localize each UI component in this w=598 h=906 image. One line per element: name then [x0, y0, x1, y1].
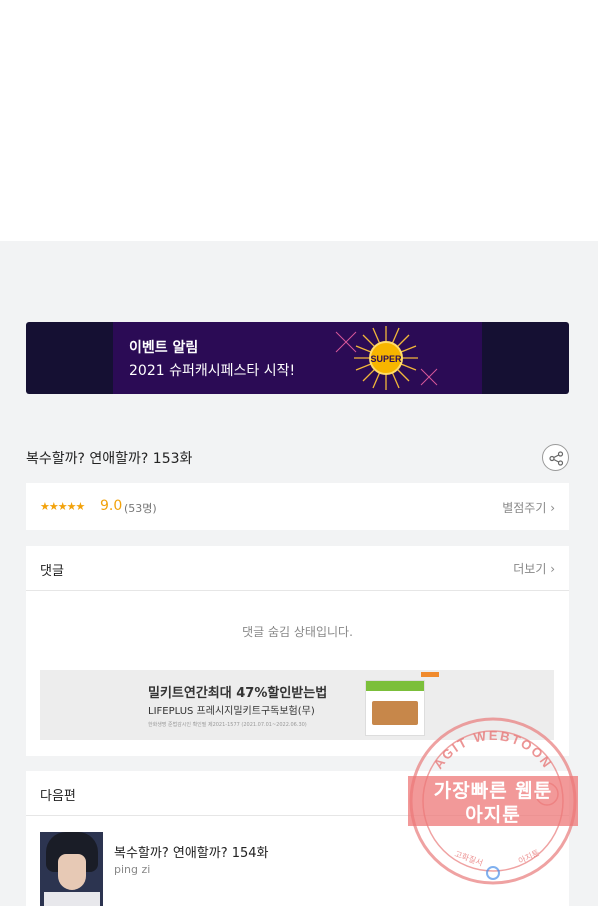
watermark-bottom-left: 고화질서 — [453, 849, 484, 868]
rating-score: 9.0 — [100, 498, 123, 514]
ad-title: 밀키트연간최대 47%할인받는법 — [148, 686, 328, 701]
watermark-line2: 아지툰 — [465, 804, 521, 826]
ad-subtitle: LIFEPLUS 프레시지밀키트구독보험(무) — [148, 706, 315, 717]
share-button[interactable] — [542, 444, 569, 471]
event-banner-title: 이벤트 알림 — [129, 340, 199, 356]
fireworks-graphic: SUPER — [335, 326, 438, 390]
event-banner-inner: 이벤트 알림 2021 슈퍼캐시페스타 시작! SUPER — [113, 322, 482, 394]
thumbnail-shirt — [44, 892, 100, 906]
share-icon — [549, 451, 564, 466]
super-badge-text: SUPER — [370, 354, 402, 364]
comments-more-link[interactable]: 더보기 › — [513, 560, 555, 577]
ad-product-box-top — [366, 681, 424, 691]
next-episode-heading: 다음편 — [40, 789, 76, 804]
rating-card: ★★★★★ 9.0 (53명) 별점주기 › — [26, 483, 569, 530]
watermark-line1: 가장빠른 웹툰 — [433, 780, 553, 802]
ad-fine-print: 한화생명 준법감시인 확인필 제2021-1577 (2021.07.01~20… — [148, 722, 307, 728]
top-blank-area — [0, 0, 598, 241]
ad-brand-logo — [421, 672, 439, 677]
comments-heading: 댓글 — [40, 564, 64, 579]
next-episode-author: ping zi — [114, 863, 151, 876]
rating-count: (53명) — [124, 502, 157, 515]
next-episode-thumbnail[interactable] — [40, 832, 103, 906]
comments-header: 댓글 더보기 › — [26, 546, 569, 591]
episode-title: 복수할까? 연애할까? 153화 — [26, 451, 193, 467]
next-episode-title[interactable]: 복수할까? 연애할까? 154화 — [114, 842, 269, 861]
thumbnail-face — [58, 854, 86, 890]
event-banner-subtitle: 2021 슈퍼캐시페스타 시작! — [129, 363, 296, 379]
rate-button[interactable]: 별점주기 › — [502, 499, 555, 516]
svg-text:AGIT WEBTOON: AGIT WEBTOON — [431, 728, 556, 772]
event-banner[interactable]: 이벤트 알림 2021 슈퍼캐시페스타 시작! SUPER — [26, 322, 569, 394]
watermark-top-arc: AGIT WEBTOON — [431, 728, 554, 772]
rating-stars: ★★★★★ — [40, 500, 85, 513]
comments-hidden-message: 댓글 숨김 상태입니다. — [242, 625, 353, 639]
watermark-bottom-right: 아지툰 — [517, 847, 541, 865]
